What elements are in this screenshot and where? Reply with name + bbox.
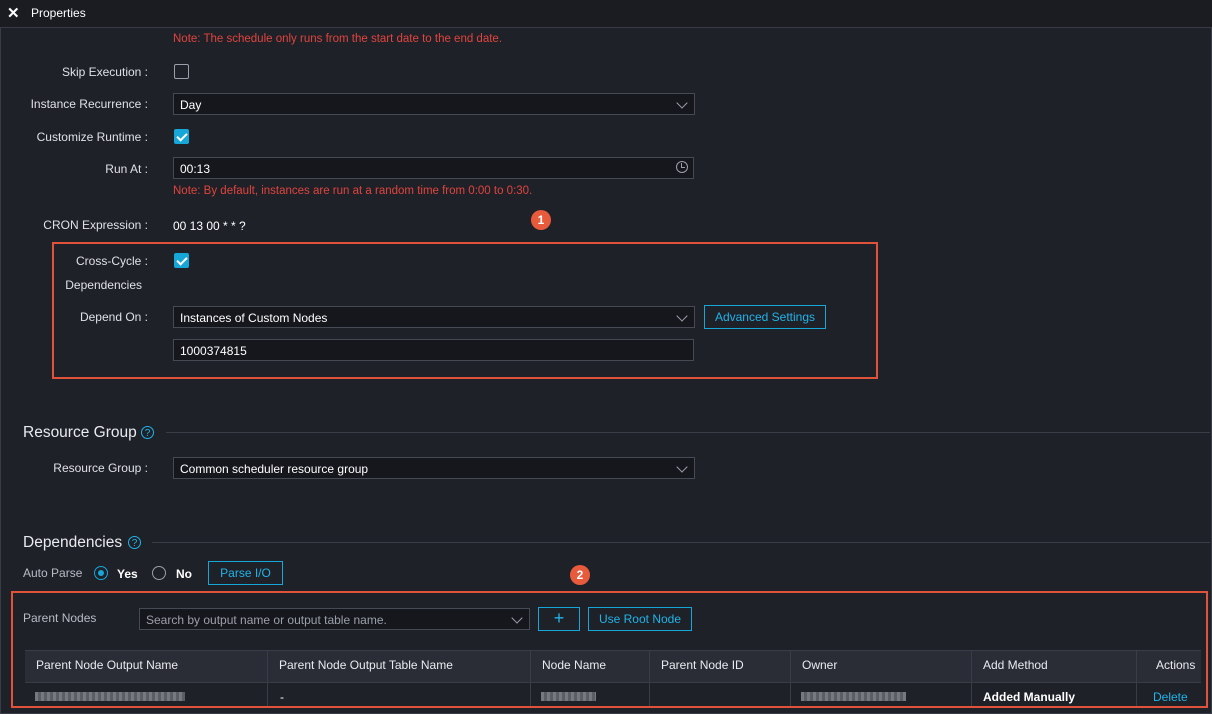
cross-cycle-label-line2: Dependencies bbox=[65, 278, 142, 292]
chevron-down-icon bbox=[676, 461, 688, 473]
column-header-output-table-name[interactable]: Parent Node Output Table Name bbox=[279, 658, 453, 672]
cell-output-table-name: - bbox=[280, 690, 284, 704]
run-at-label: Run At : bbox=[105, 162, 148, 176]
help-icon[interactable]: ? bbox=[128, 536, 141, 549]
column-separator bbox=[790, 650, 791, 706]
parse-io-button[interactable]: Parse I/O bbox=[208, 561, 283, 585]
random-time-note: Note: By default, instances are run at a… bbox=[173, 185, 533, 197]
auto-parse-no-label[interactable]: No bbox=[176, 567, 192, 581]
column-separator bbox=[649, 650, 650, 706]
column-header-output-name[interactable]: Parent Node Output Name bbox=[36, 658, 178, 672]
parent-node-search-placeholder: Search by output name or output table na… bbox=[146, 613, 387, 627]
parent-node-search-select[interactable]: Search by output name or output table na… bbox=[139, 608, 530, 630]
column-separator bbox=[267, 650, 268, 706]
chevron-down-icon bbox=[676, 97, 688, 109]
auto-parse-no-radio[interactable] bbox=[152, 566, 166, 580]
chevron-down-icon bbox=[676, 310, 688, 322]
cell-add-method: Added Manually bbox=[983, 690, 1076, 704]
customize-runtime-checkbox[interactable] bbox=[174, 129, 189, 144]
redacted-node-name bbox=[541, 692, 596, 701]
chevron-down-icon bbox=[511, 612, 523, 624]
section-divider bbox=[166, 432, 1210, 433]
column-separator bbox=[1136, 650, 1137, 706]
instance-recurrence-select[interactable]: Day bbox=[173, 93, 695, 115]
redacted-owner bbox=[801, 692, 906, 701]
use-root-node-button[interactable]: Use Root Node bbox=[588, 607, 692, 631]
dependencies-section-title: Dependencies bbox=[23, 534, 123, 551]
advanced-settings-button[interactable]: Advanced Settings bbox=[704, 305, 826, 329]
column-separator bbox=[530, 650, 531, 706]
cron-expression-value: 00 13 00 * * ? bbox=[173, 219, 246, 233]
depend-on-select[interactable]: Instances of Custom Nodes bbox=[173, 306, 695, 328]
custom-node-id-value: 1000374815 bbox=[180, 344, 247, 358]
column-separator bbox=[971, 650, 972, 706]
panel-title: Properties bbox=[31, 6, 86, 20]
custom-node-id-input[interactable]: 1000374815 bbox=[173, 339, 694, 361]
customize-runtime-label: Customize Runtime : bbox=[36, 130, 148, 144]
column-header-add-method[interactable]: Add Method bbox=[983, 658, 1048, 672]
skip-execution-label: Skip Execution : bbox=[61, 65, 148, 79]
instance-recurrence-label: Instance Recurrence : bbox=[30, 97, 148, 111]
add-parent-node-button[interactable]: + bbox=[538, 607, 580, 631]
run-at-value: 00:13 bbox=[180, 162, 211, 176]
cross-cycle-label: Cross-Cycle : bbox=[75, 254, 148, 268]
cross-cycle-checkbox[interactable] bbox=[174, 253, 189, 268]
column-header-actions[interactable]: Actions bbox=[1156, 658, 1195, 672]
callout-badge-1: 1 bbox=[531, 210, 551, 230]
auto-parse-yes-label[interactable]: Yes bbox=[117, 567, 138, 581]
column-header-owner[interactable]: Owner bbox=[802, 658, 837, 672]
panel-titlebar: ✕ Properties bbox=[0, 0, 1212, 28]
column-header-node-name[interactable]: Node Name bbox=[542, 658, 606, 672]
column-header-parent-node-id[interactable]: Parent Node ID bbox=[661, 658, 744, 672]
parent-nodes-label: Parent Nodes bbox=[23, 611, 97, 625]
close-icon[interactable]: ✕ bbox=[7, 4, 20, 22]
date-range-note: Note: The schedule only runs from the st… bbox=[173, 33, 503, 45]
resource-group-select[interactable]: Common scheduler resource group bbox=[173, 457, 695, 479]
instance-recurrence-value: Day bbox=[180, 98, 202, 112]
redacted-output-name bbox=[35, 692, 185, 701]
depend-on-label: Depend On : bbox=[79, 310, 148, 324]
run-at-time-input[interactable]: 00:13 bbox=[173, 157, 694, 179]
cron-expression-label: CRON Expression : bbox=[43, 218, 148, 232]
auto-parse-yes-radio[interactable] bbox=[94, 566, 108, 580]
resource-group-label: Resource Group : bbox=[53, 461, 148, 475]
help-icon[interactable]: ? bbox=[141, 426, 154, 439]
delete-link[interactable]: Delete bbox=[1153, 690, 1188, 704]
section-divider bbox=[152, 542, 1210, 543]
resource-group-value: Common scheduler resource group bbox=[180, 462, 369, 476]
auto-parse-label: Auto Parse bbox=[23, 566, 83, 580]
resource-group-section-title: Resource Group bbox=[23, 424, 137, 441]
skip-execution-checkbox[interactable] bbox=[174, 64, 189, 79]
depend-on-value: Instances of Custom Nodes bbox=[180, 311, 328, 325]
callout-badge-2: 2 bbox=[570, 565, 590, 585]
clock-icon bbox=[676, 161, 688, 173]
